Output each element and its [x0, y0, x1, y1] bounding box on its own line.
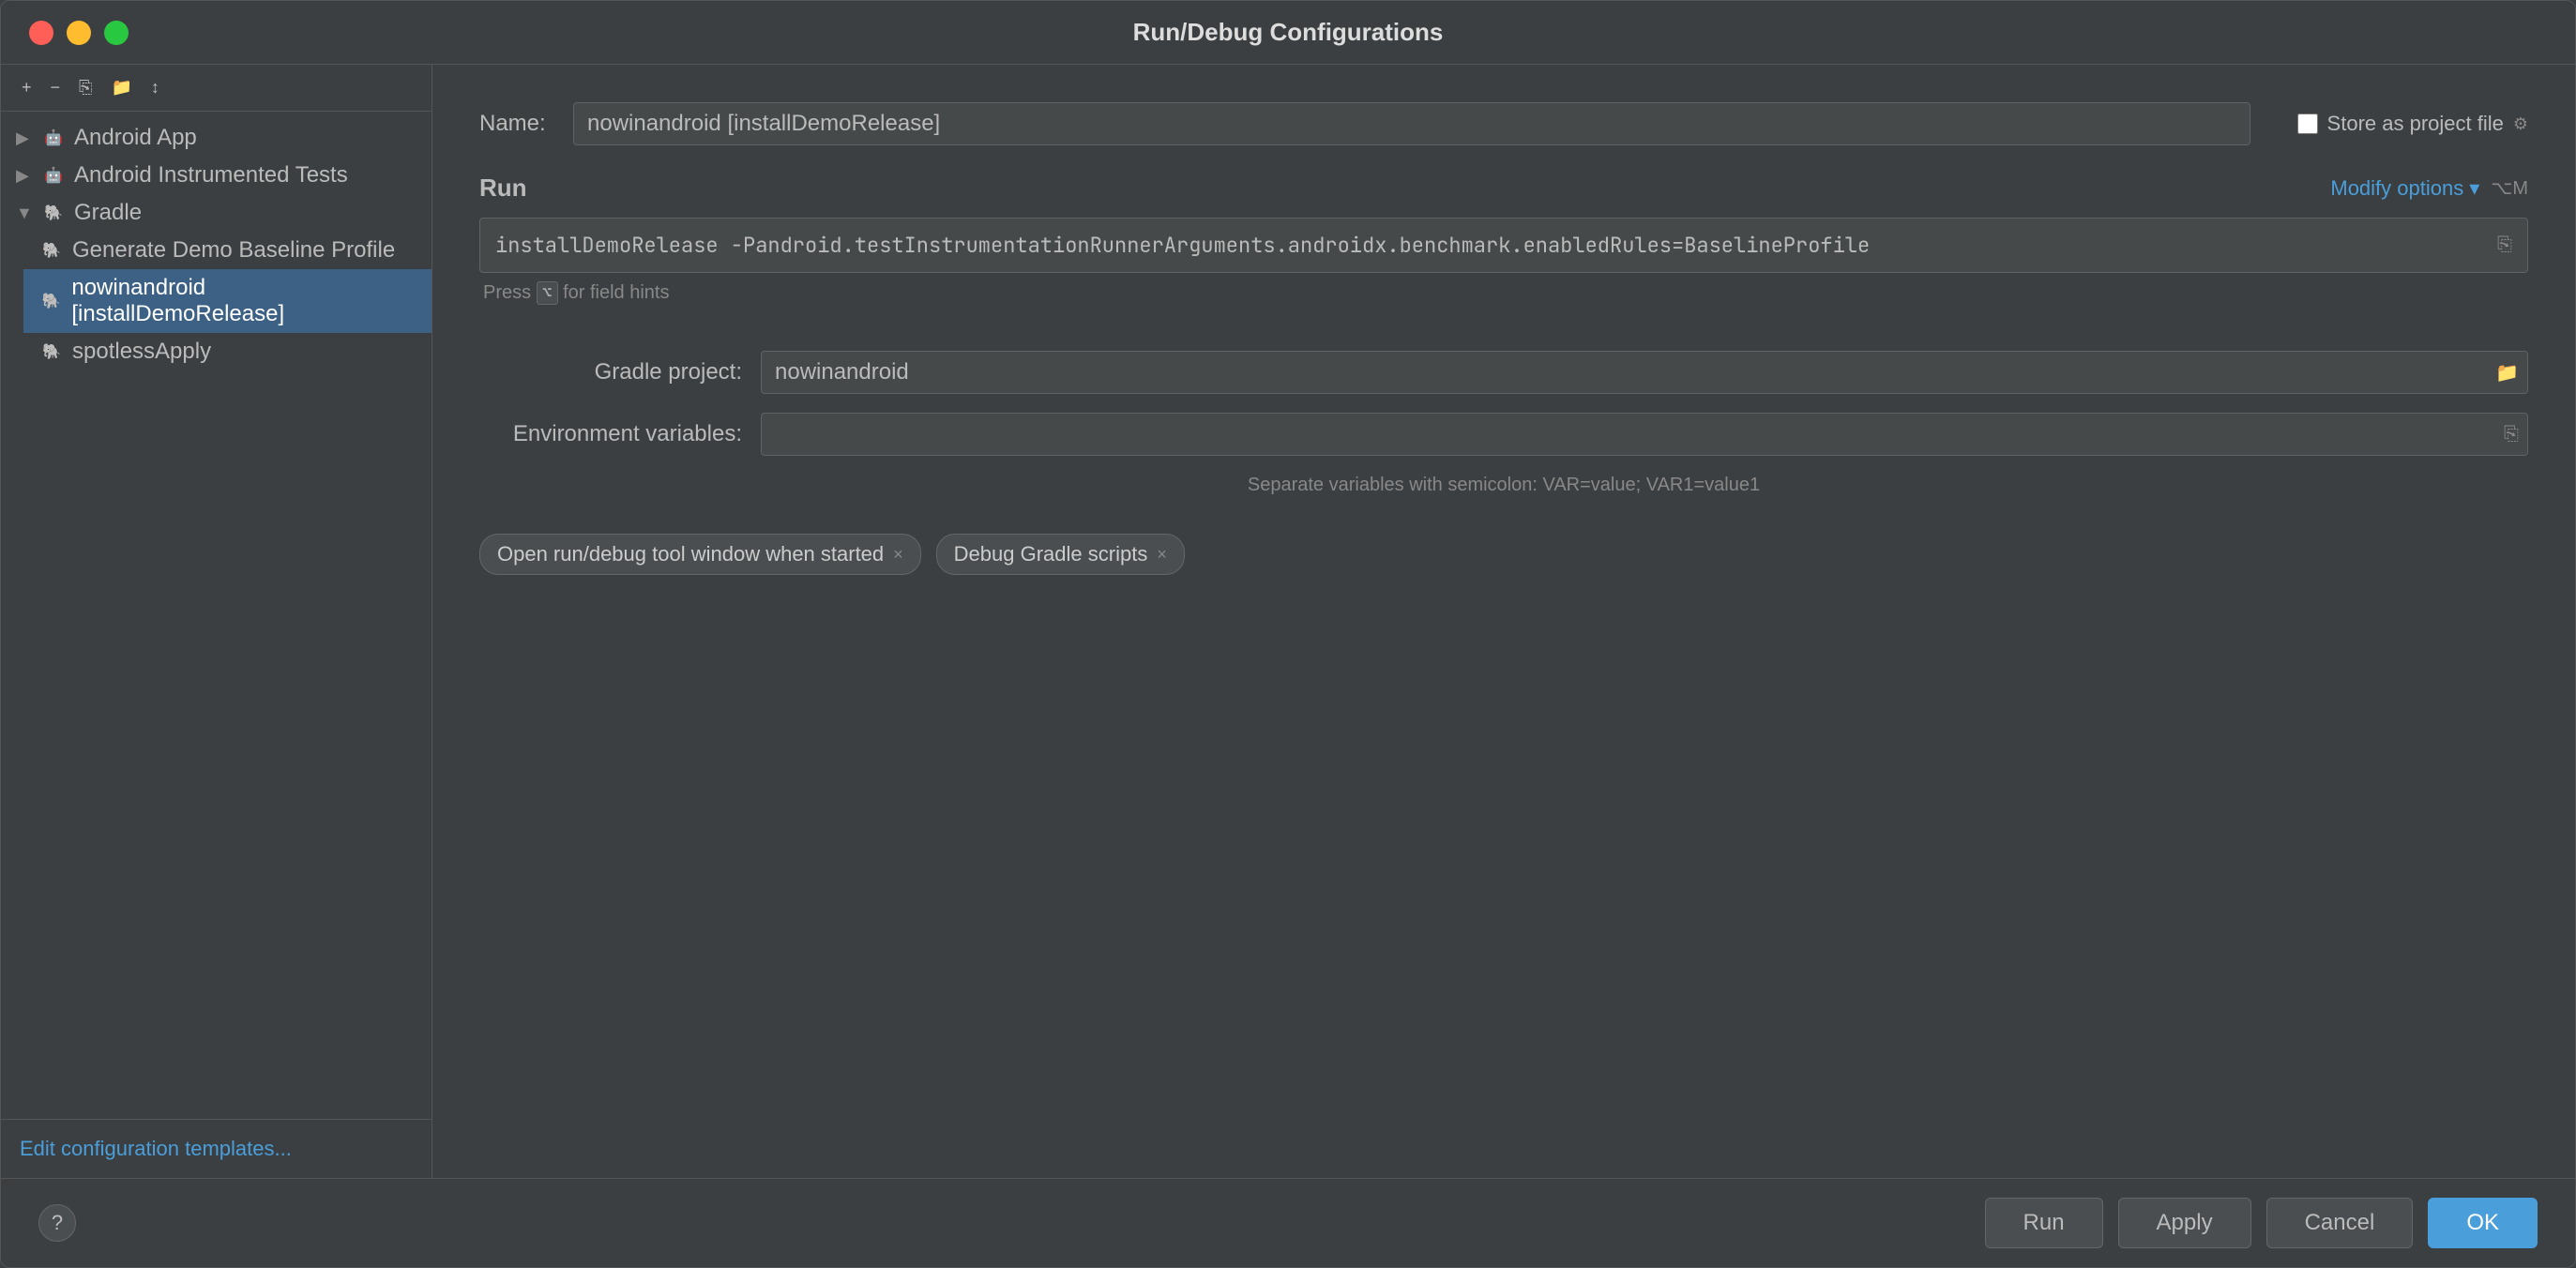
- env-vars-input-wrapper: ⎘: [761, 413, 2528, 456]
- help-button[interactable]: ?: [38, 1204, 76, 1242]
- close-button[interactable]: [29, 21, 53, 45]
- store-as-project-checkbox[interactable]: [2297, 113, 2318, 134]
- remove-config-button[interactable]: −: [45, 74, 67, 101]
- sidebar-item-gradle[interactable]: ▼ 🐘 Gradle: [1, 194, 432, 232]
- run-button[interactable]: Run: [1985, 1198, 2103, 1248]
- env-vars-row: Environment variables: ⎘: [479, 413, 2528, 456]
- cancel-button[interactable]: Cancel: [2266, 1198, 2414, 1248]
- gear-icon[interactable]: ⚙: [2513, 114, 2528, 134]
- tag-open-window-label: Open run/debug tool window when started: [497, 542, 884, 566]
- env-vars-input[interactable]: [761, 413, 2528, 456]
- maximize-button[interactable]: [104, 21, 129, 45]
- hint-key: ⌥: [537, 281, 558, 305]
- tags-row: Open run/debug tool window when started …: [479, 534, 2528, 575]
- ok-button[interactable]: OK: [2428, 1198, 2538, 1248]
- bottom-bar: ? Run Apply Cancel OK: [1, 1178, 2575, 1267]
- minimize-button[interactable]: [67, 21, 91, 45]
- tag-debug-gradle: Debug Gradle scripts ×: [936, 534, 1185, 575]
- chevron-down-icon: ▼: [16, 204, 33, 223]
- separator-hint: Separate variables with semicolon: VAR=v…: [479, 475, 2528, 496]
- sidebar-item-android-instrumented[interactable]: ▶ 🤖 Android Instrumented Tests: [1, 157, 432, 194]
- env-vars-edit-button[interactable]: ⎘: [2504, 424, 2519, 445]
- sidebar-item-nowinandroid-install[interactable]: 🐘 nowinandroid [installDemoRelease]: [23, 269, 432, 333]
- gradle-project-row: Gradle project: 📁: [479, 351, 2528, 394]
- gradle-project-input-wrapper: 📁: [761, 351, 2528, 394]
- run-section-header: Run Modify options ▾ ⌥M: [479, 174, 2528, 203]
- tag-open-window: Open run/debug tool window when started …: [479, 534, 921, 575]
- gradle-icon: 🐘: [40, 200, 67, 226]
- env-vars-label: Environment variables:: [479, 421, 742, 447]
- copy-config-button[interactable]: ⎘: [73, 74, 98, 101]
- edit-templates-link[interactable]: Edit configuration templates...: [20, 1137, 292, 1160]
- chevron-down-icon: ▾: [2469, 176, 2479, 201]
- sidebar-footer: Edit configuration templates...: [1, 1119, 432, 1178]
- apply-button[interactable]: Apply: [2118, 1198, 2251, 1248]
- tag-debug-gradle-close[interactable]: ×: [1157, 546, 1167, 563]
- name-row: Name: Store as project file ⚙: [479, 102, 2528, 145]
- add-config-button[interactable]: +: [16, 74, 38, 101]
- sidebar: + − ⎘ 📁 ↕ ▶ 🤖 Android App ▶ 🤖 Android In…: [1, 65, 432, 1178]
- sort-button[interactable]: ↕: [145, 74, 165, 101]
- copy-icon[interactable]: ⎘: [2497, 234, 2512, 256]
- right-panel: Name: Store as project file ⚙ Run Modify…: [432, 65, 2575, 1178]
- sidebar-tree: ▶ 🤖 Android App ▶ 🤖 Android Instrumented…: [1, 112, 432, 1119]
- run-command-text: installDemoRelease -Pandroid.testInstrum…: [495, 232, 2484, 259]
- main-content: + − ⎘ 📁 ↕ ▶ 🤖 Android App ▶ 🤖 Android In…: [1, 65, 2575, 1178]
- sidebar-item-gradle-label: Gradle: [74, 200, 142, 226]
- run-command-area: installDemoRelease -Pandroid.testInstrum…: [479, 218, 2528, 273]
- name-label: Name:: [479, 111, 554, 137]
- gradle-project-input[interactable]: [761, 351, 2528, 394]
- instrumented-icon: 🤖: [40, 162, 67, 189]
- gradle-child-icon: 🐘: [38, 237, 65, 264]
- bottom-right: Run Apply Cancel OK: [1985, 1198, 2538, 1248]
- sidebar-item-android-app[interactable]: ▶ 🤖 Android App: [1, 119, 432, 157]
- traffic-lights: [29, 21, 129, 45]
- modify-options-label: Modify options: [2330, 176, 2463, 201]
- name-input[interactable]: [573, 102, 2250, 145]
- sidebar-item-android-instrumented-label: Android Instrumented Tests: [74, 162, 348, 189]
- field-hint: Press ⌥ for field hints: [479, 282, 2528, 304]
- gradle-child-icon-selected: 🐘: [38, 288, 64, 314]
- store-as-project-container: Store as project file ⚙: [2297, 112, 2528, 136]
- sidebar-item-nowinandroid-label: nowinandroid [installDemoRelease]: [71, 275, 417, 327]
- tag-debug-gradle-label: Debug Gradle scripts: [954, 542, 1148, 566]
- android-icon: 🤖: [40, 125, 67, 151]
- bottom-left: ?: [38, 1204, 76, 1242]
- gradle-project-label: Gradle project:: [479, 359, 742, 385]
- modify-options-button[interactable]: Modify options ▾: [2330, 176, 2479, 201]
- store-as-project-label: Store as project file: [2327, 112, 2504, 136]
- chevron-right-icon: ▶: [16, 128, 33, 148]
- sidebar-toolbar: + − ⎘ 📁 ↕: [1, 65, 432, 112]
- dialog-title: Run/Debug Configurations: [1133, 18, 1444, 47]
- chevron-right-icon: ▶: [16, 166, 33, 186]
- gradle-children: 🐘 Generate Demo Baseline Profile 🐘 nowin…: [1, 232, 432, 370]
- run-debug-dialog: Run/Debug Configurations + − ⎘ 📁 ↕ ▶ 🤖 A…: [0, 0, 2576, 1268]
- sidebar-item-spotless-apply[interactable]: 🐘 spotlessApply: [23, 333, 432, 370]
- run-section-title: Run: [479, 174, 527, 203]
- gradle-project-browse-button[interactable]: 📁: [2495, 361, 2519, 385]
- sidebar-item-spotless-apply-label: spotlessApply: [72, 339, 211, 365]
- run-section: Run Modify options ▾ ⌥M installDemoRelea…: [479, 174, 2528, 332]
- sidebar-item-generate-demo[interactable]: 🐘 Generate Demo Baseline Profile: [23, 232, 432, 269]
- modify-options-shortcut: ⌥M: [2491, 176, 2528, 200]
- gradle-child-icon-spotless: 🐘: [38, 339, 65, 365]
- title-bar: Run/Debug Configurations: [1, 1, 2575, 65]
- move-to-folder-button[interactable]: 📁: [105, 74, 137, 101]
- tag-open-window-close[interactable]: ×: [893, 546, 903, 563]
- sidebar-item-android-app-label: Android App: [74, 125, 197, 151]
- sidebar-item-generate-demo-label: Generate Demo Baseline Profile: [72, 237, 395, 264]
